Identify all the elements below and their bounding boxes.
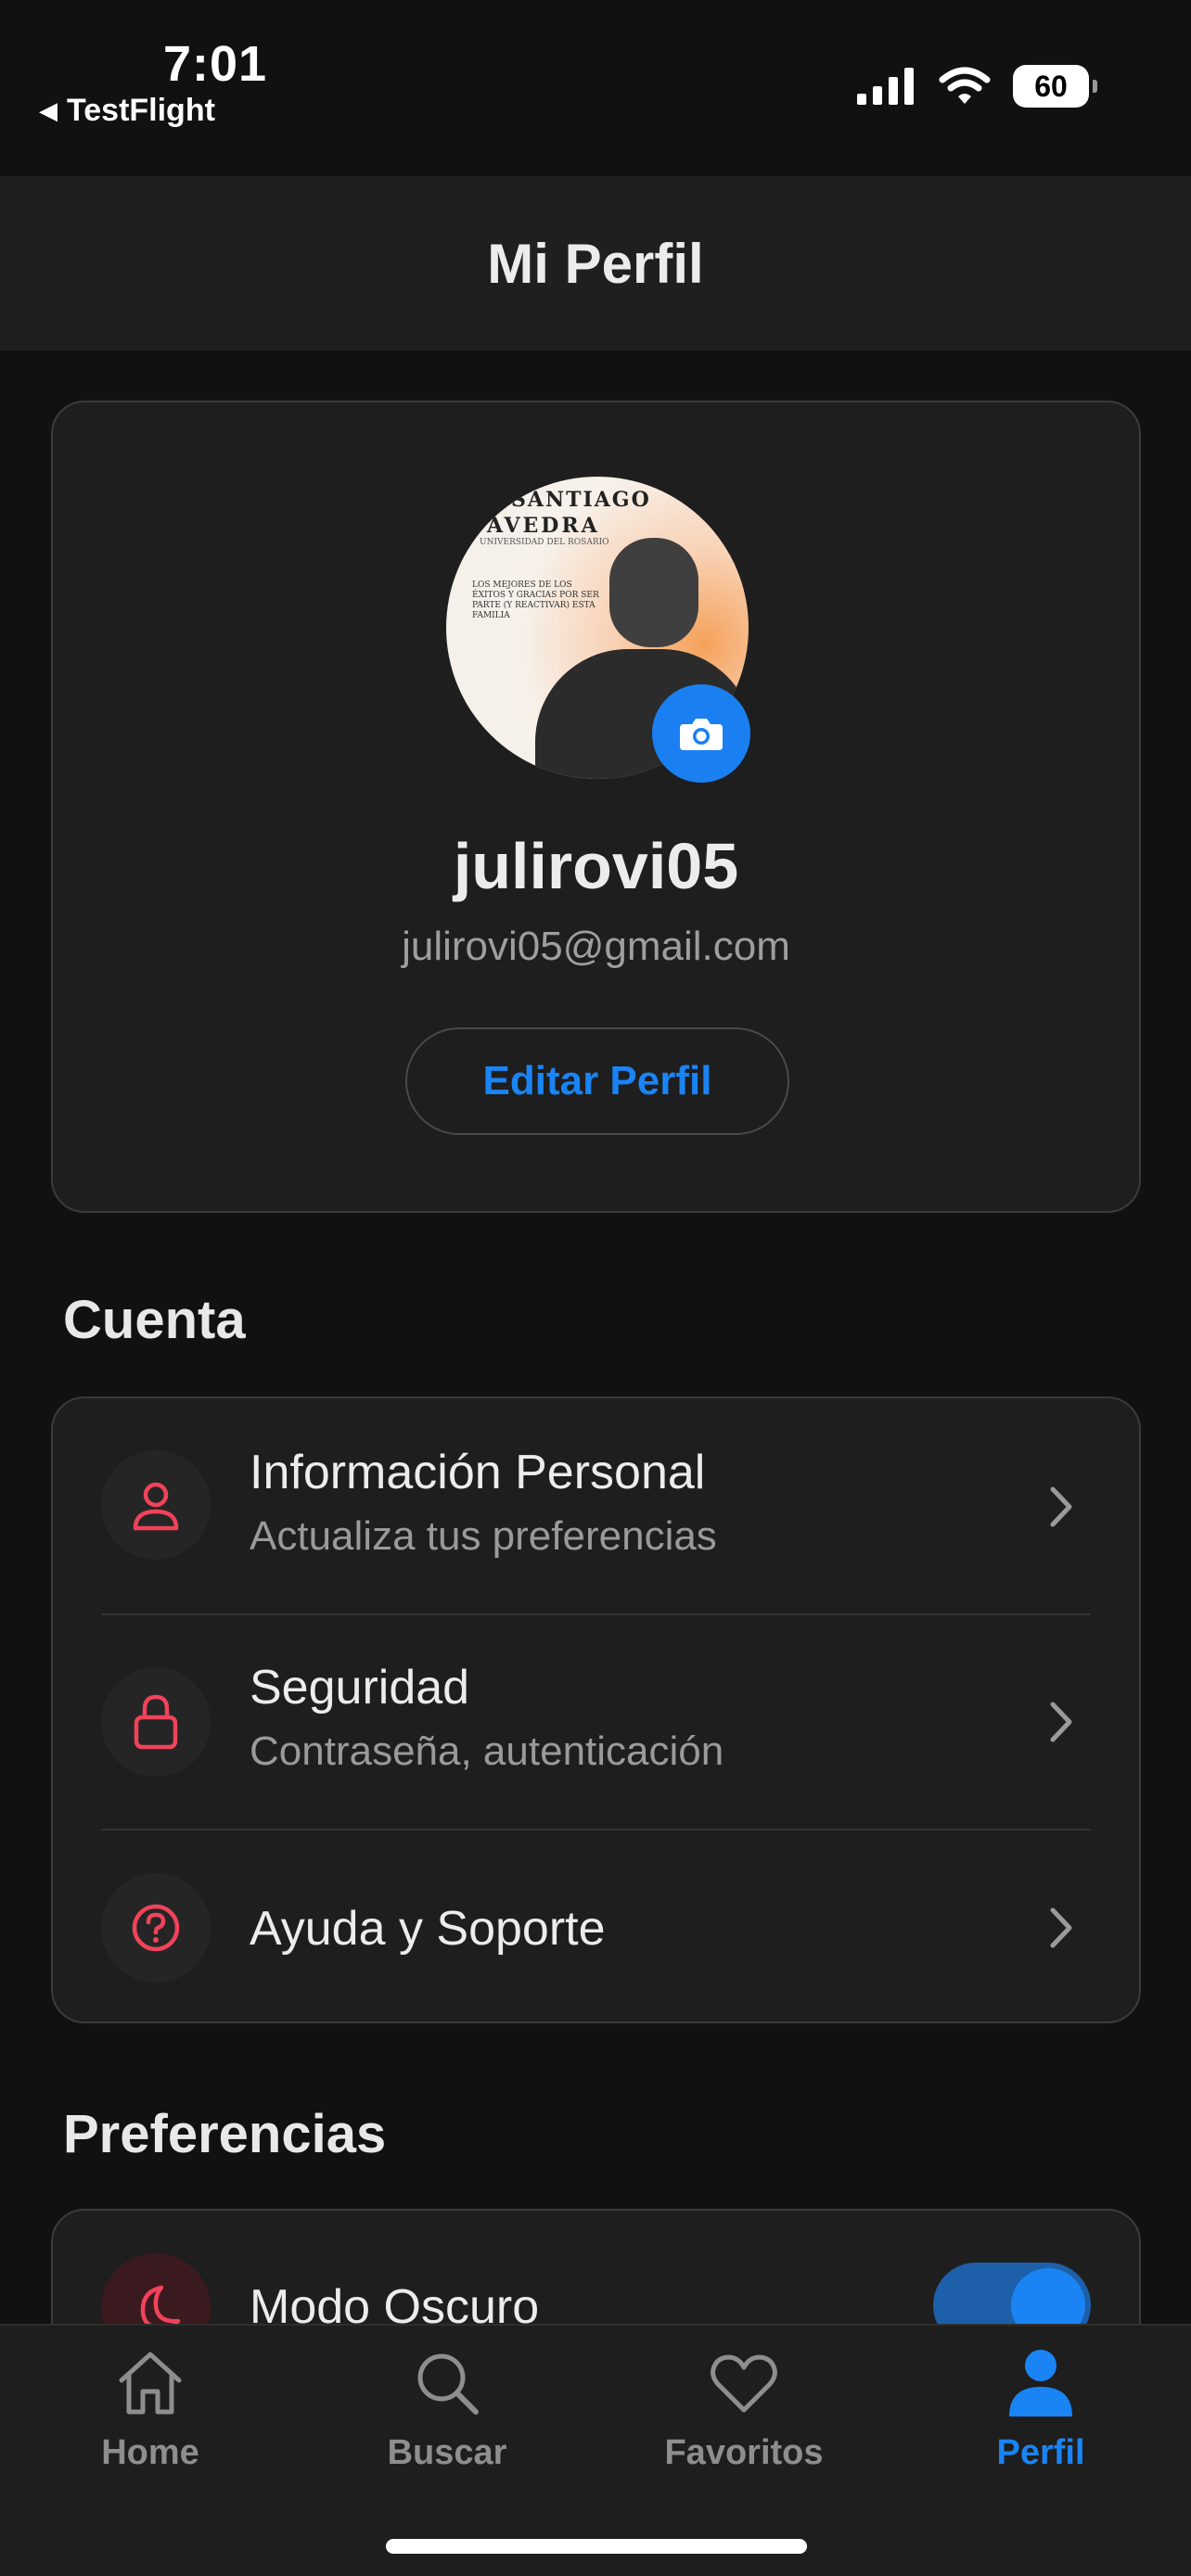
avatar-text-line3: UNIVERSIDAD DEL ROSARIO xyxy=(480,538,609,547)
tab-label: Buscar xyxy=(387,2433,507,2472)
nav-header: Mi Perfil xyxy=(0,176,1191,351)
search-icon xyxy=(417,2353,479,2415)
edit-profile-button[interactable]: Editar Perfil xyxy=(405,1027,789,1135)
list-item-personal-info[interactable]: Información Personal Actualiza tus prefe… xyxy=(53,1398,1139,1613)
user-email: julirovi05@gmail.com xyxy=(402,924,790,969)
tab-home[interactable]: Home xyxy=(30,2344,271,2493)
battery-indicator: 60 xyxy=(1013,65,1097,108)
section-title-preferences: Preferencias xyxy=(63,2104,387,2164)
tab-search[interactable]: Buscar xyxy=(327,2344,568,2493)
home-icon xyxy=(119,2352,182,2415)
home-indicator xyxy=(386,2539,807,2554)
status-time: 7:01 xyxy=(163,36,268,92)
account-list: Información Personal Actualiza tus prefe… xyxy=(51,1396,1141,2023)
profile-icon xyxy=(1009,2350,1072,2417)
avatar-text-line4: LOS MEJORES DE LOS ÉXITOS Y GRACIAS POR … xyxy=(472,580,599,620)
list-item-security[interactable]: Seguridad Contraseña, autenticación xyxy=(53,1615,1139,1829)
tab-bar: Home Buscar Favoritos Perfil xyxy=(0,2324,1191,2576)
item-icon-bg xyxy=(101,1873,211,1983)
tab-icon-wrap xyxy=(408,2344,486,2422)
profile-card: SANTIAGO AVEDRA UNIVERSIDAD DEL ROSARIO … xyxy=(51,401,1141,1213)
item-title: Ayuda y Soporte xyxy=(250,1902,606,1956)
change-photo-button[interactable] xyxy=(652,684,750,783)
item-subtitle: Actualiza tus preferencias xyxy=(250,1513,717,1559)
tab-icon-wrap xyxy=(1002,2344,1080,2422)
avatar-container[interactable]: SANTIAGO AVEDRA UNIVERSIDAD DEL ROSARIO … xyxy=(446,477,750,783)
heart-icon xyxy=(711,2354,777,2413)
tab-icon-wrap xyxy=(705,2344,783,2422)
help-circle-icon xyxy=(132,1904,180,1952)
page-title: Mi Perfil xyxy=(487,232,704,295)
tab-label: Perfil xyxy=(996,2433,1085,2472)
chevron-right-icon xyxy=(1050,1486,1072,1527)
chevron-right-icon xyxy=(1050,1702,1072,1742)
cellular-signal-icon xyxy=(857,68,914,105)
avatar-person-head xyxy=(609,538,698,647)
item-icon-bg xyxy=(101,1450,211,1560)
person-icon xyxy=(133,1482,179,1531)
battery-level: 60 xyxy=(1034,69,1068,103)
camera-icon xyxy=(680,719,723,750)
back-app-label: TestFlight xyxy=(67,93,215,128)
avatar-text-line2: AVEDRA xyxy=(487,514,600,538)
tab-icon-wrap xyxy=(111,2344,189,2422)
back-triangle-icon: ◀ xyxy=(39,96,58,124)
back-to-app-link[interactable]: ◀ TestFlight xyxy=(39,93,215,129)
lock-icon xyxy=(134,1694,178,1750)
list-item-help-support[interactable]: Ayuda y Soporte xyxy=(53,1830,1139,2021)
section-title-account: Cuenta xyxy=(63,1290,246,1350)
tab-profile[interactable]: Perfil xyxy=(920,2344,1161,2493)
tab-label: Favoritos xyxy=(664,2433,824,2472)
tab-favorites[interactable]: Favoritos xyxy=(623,2344,864,2493)
chevron-right-icon xyxy=(1050,1907,1072,1948)
avatar-text-line1: SANTIAGO xyxy=(511,488,651,512)
status-indicators: 60 xyxy=(857,65,1097,108)
status-bar: 7:01 ◀ TestFlight 60 xyxy=(0,0,1191,176)
wifi-icon xyxy=(939,67,991,104)
item-title: Seguridad xyxy=(250,1661,470,1715)
tab-label: Home xyxy=(101,2433,199,2472)
item-subtitle: Contraseña, autenticación xyxy=(250,1728,724,1774)
item-title: Información Personal xyxy=(250,1446,706,1499)
item-icon-bg xyxy=(101,1667,211,1777)
username: julirovi05 xyxy=(453,830,739,902)
